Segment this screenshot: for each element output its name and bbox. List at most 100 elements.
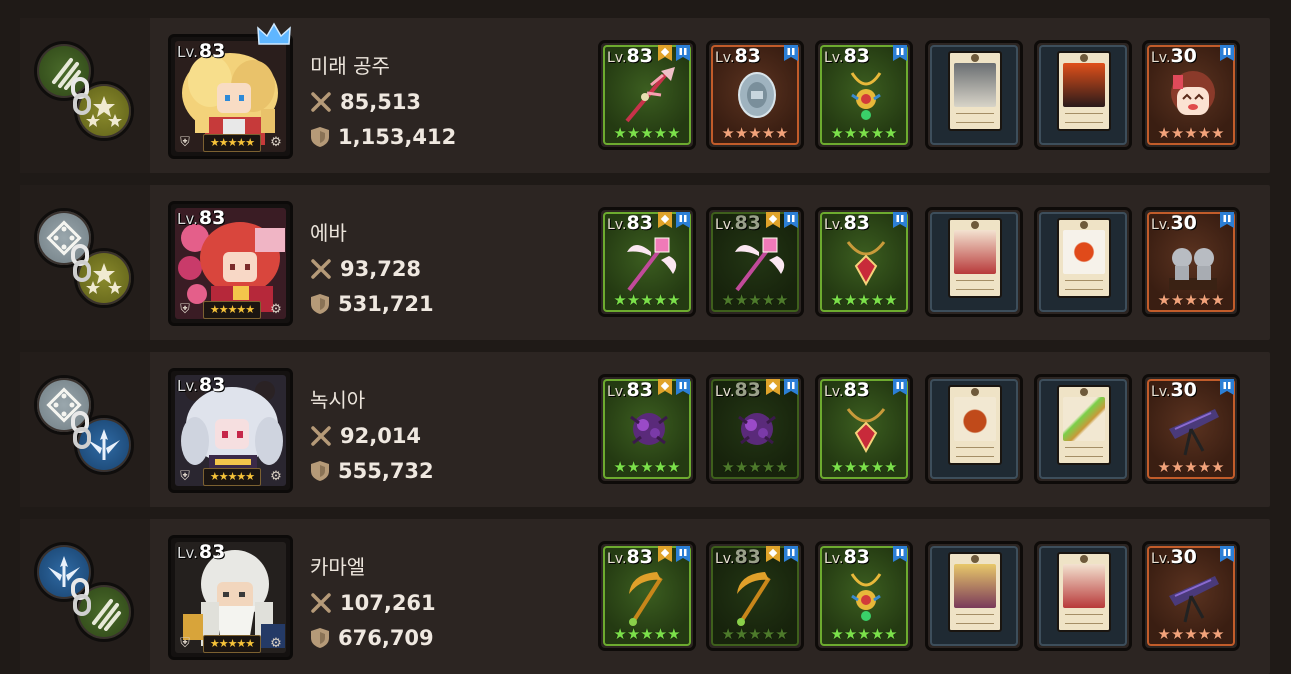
level-prefix: Lv.	[824, 384, 844, 400]
gear-slot-card[interactable]	[1034, 207, 1132, 317]
blue-bookmark-badge-icon	[784, 212, 798, 228]
gear-slot-weapon[interactable]: Lv.83 ★★★★★	[706, 374, 804, 484]
defense-stat: 676,709	[310, 626, 434, 650]
hero-portrait[interactable]: Lv.83 ★★★★★ ⛨ ⚙	[168, 535, 293, 660]
crossed-swords-icon	[311, 259, 331, 279]
level-prefix: Lv.	[1151, 384, 1171, 400]
blue-bookmark-badge-icon	[676, 45, 690, 61]
old-man-card-icon	[954, 63, 996, 107]
gear-slot-relic[interactable]: Lv.30 ★★★★★	[1142, 374, 1240, 484]
attack-value: 107,261	[340, 591, 436, 615]
gear-element-icon: ⚙	[270, 135, 282, 150]
attack-stat: 107,261	[310, 591, 436, 615]
gear-slot-accessory[interactable]: Lv.83 ★★★★★	[815, 541, 913, 651]
gear-slot-card[interactable]	[925, 374, 1023, 484]
shield-class-icon: ⛨	[180, 135, 190, 150]
crossed-swords-icon	[311, 92, 331, 112]
crown-icon	[257, 22, 291, 45]
hero-level-value: 83	[198, 40, 226, 62]
gear-slot-card[interactable]	[925, 207, 1023, 317]
gear-stars: ★★★★★	[721, 625, 789, 643]
card-face	[1057, 552, 1111, 632]
card-face	[1057, 385, 1111, 465]
gear-slot-relic[interactable]: Lv.30 ★★★★★	[1142, 541, 1240, 651]
hero-stars: ★★★★★	[203, 134, 261, 152]
hero-level: Lv.83	[177, 40, 225, 62]
gold-rune-badge-icon	[766, 379, 780, 395]
gear-level-value: 30	[1170, 546, 1197, 568]
gear-slot-card[interactable]	[925, 40, 1023, 150]
gear-level-value: 83	[843, 212, 870, 234]
gear-slot-relic[interactable]: Lv.30 ★★★★★	[1142, 207, 1240, 317]
gear-level-value: 30	[1170, 379, 1197, 401]
blue-bookmark-badge-icon	[1220, 212, 1234, 228]
gear-stars: ★★★★★	[613, 124, 681, 142]
gear-stars: ★★★★★	[613, 458, 681, 476]
blue-bookmark-badge-icon	[893, 45, 907, 61]
hero-row[interactable]: Lv.83 ★★★★★ ⛨ ⚙ 미래 공주 85,513 1,153,412 L…	[20, 18, 1270, 173]
attack-value: 92,014	[340, 424, 422, 448]
gear-slot-card[interactable]	[1034, 374, 1132, 484]
defense-value: 1,153,412	[338, 125, 457, 149]
gear-slot-relic[interactable]: Lv.30 ★★★★★	[1142, 40, 1240, 150]
gear-level-value: 30	[1170, 45, 1197, 67]
gear-level: Lv.30	[1151, 379, 1197, 401]
hero-portrait[interactable]: Lv.83 ★★★★★ ⛨ ⚙	[168, 201, 293, 326]
blue-bookmark-badge-icon	[676, 212, 690, 228]
hero-level-value: 83	[198, 207, 226, 229]
gear-slot-accessory[interactable]: Lv.83 ★★★★★	[815, 40, 913, 150]
link-bonus-chain[interactable]	[34, 542, 144, 652]
gear-slot-weapon[interactable]: Lv.83 ★★★★★	[706, 207, 804, 317]
gear-slot-weapon[interactable]: Lv.83 ★★★★★	[598, 207, 696, 317]
gear-slot-card[interactable]	[1034, 40, 1132, 150]
gear-slot-card[interactable]	[1034, 541, 1132, 651]
gear-slot-weapon[interactable]: Lv.83 ★★★★★	[598, 374, 696, 484]
link-bonus-chain[interactable]	[34, 41, 144, 151]
blue-bookmark-badge-icon	[1220, 546, 1234, 562]
gear-level: Lv.83	[607, 45, 653, 67]
gear-stars: ★★★★★	[830, 625, 898, 643]
gear-slot-weapon[interactable]: Lv.83 ★★★★★	[598, 40, 696, 150]
attack-stat: 92,014	[310, 424, 421, 448]
defense-value: 531,721	[338, 292, 434, 316]
gear-slot-accessory[interactable]: Lv.83 ★★★★★	[815, 374, 913, 484]
gear-level: Lv.30	[1151, 212, 1197, 234]
hero-row[interactable]: Lv.83 ★★★★★ ⛨ ⚙ 에바 93,728 531,721 Lv.83 ★…	[20, 185, 1270, 340]
gear-level: Lv.83	[715, 45, 761, 67]
link-bonus-chain[interactable]	[34, 208, 144, 318]
gear-level: Lv.30	[1151, 546, 1197, 568]
hero-portrait[interactable]: Lv.83 ★★★★★ ⛨ ⚙	[168, 368, 293, 493]
chain-link-icon	[71, 244, 91, 282]
gear-level-value: 83	[843, 45, 870, 67]
level-prefix: Lv.	[715, 384, 735, 400]
gear-stars: ★★★★★	[830, 458, 898, 476]
diamond-element-icon: ⚙	[270, 302, 282, 317]
gear-slot-weapon[interactable]: Lv.83 ★★★★★	[598, 541, 696, 651]
gear-slot-weapon[interactable]: Lv.83 ★★★★★	[706, 541, 804, 651]
food-plate-card-icon	[1063, 230, 1105, 274]
gear-stars: ★★★★★	[1157, 291, 1225, 309]
gear-slot-armor[interactable]: Lv.83 ★★★★★	[706, 40, 804, 150]
level-prefix: Lv.	[177, 43, 198, 61]
level-prefix: Lv.	[824, 50, 844, 66]
link-bonus-chain[interactable]	[34, 375, 144, 485]
hero-portrait[interactable]: Lv.83 ★★★★★ ⛨ ⚙	[168, 34, 293, 159]
hero-row[interactable]: Lv.83 ★★★★★ ⛨ ⚙ 카마엘 107,261 676,709 Lv.8…	[20, 519, 1270, 674]
level-prefix: Lv.	[1151, 551, 1171, 567]
attack-value: 93,728	[340, 257, 422, 281]
gear-level: Lv.83	[824, 212, 870, 234]
blue-bookmark-badge-icon	[1220, 45, 1234, 61]
gear-slot-accessory[interactable]: Lv.83 ★★★★★	[815, 207, 913, 317]
hero-level: Lv.83	[177, 374, 225, 396]
card-face	[948, 51, 1002, 131]
level-prefix: Lv.	[1151, 217, 1171, 233]
gold-rune-badge-icon	[766, 546, 780, 562]
gear-slot-card[interactable]	[925, 541, 1023, 651]
gear-level-value: 83	[734, 379, 761, 401]
blue-bookmark-badge-icon	[784, 379, 798, 395]
gear-level: Lv.83	[715, 212, 761, 234]
gear-level: Lv.83	[607, 546, 653, 568]
hero-row[interactable]: Lv.83 ★★★★★ ⛨ ⚙ 녹시아 92,014 555,732 Lv.83…	[20, 352, 1270, 507]
gear-level: Lv.83	[715, 546, 761, 568]
blue-bookmark-badge-icon	[784, 45, 798, 61]
